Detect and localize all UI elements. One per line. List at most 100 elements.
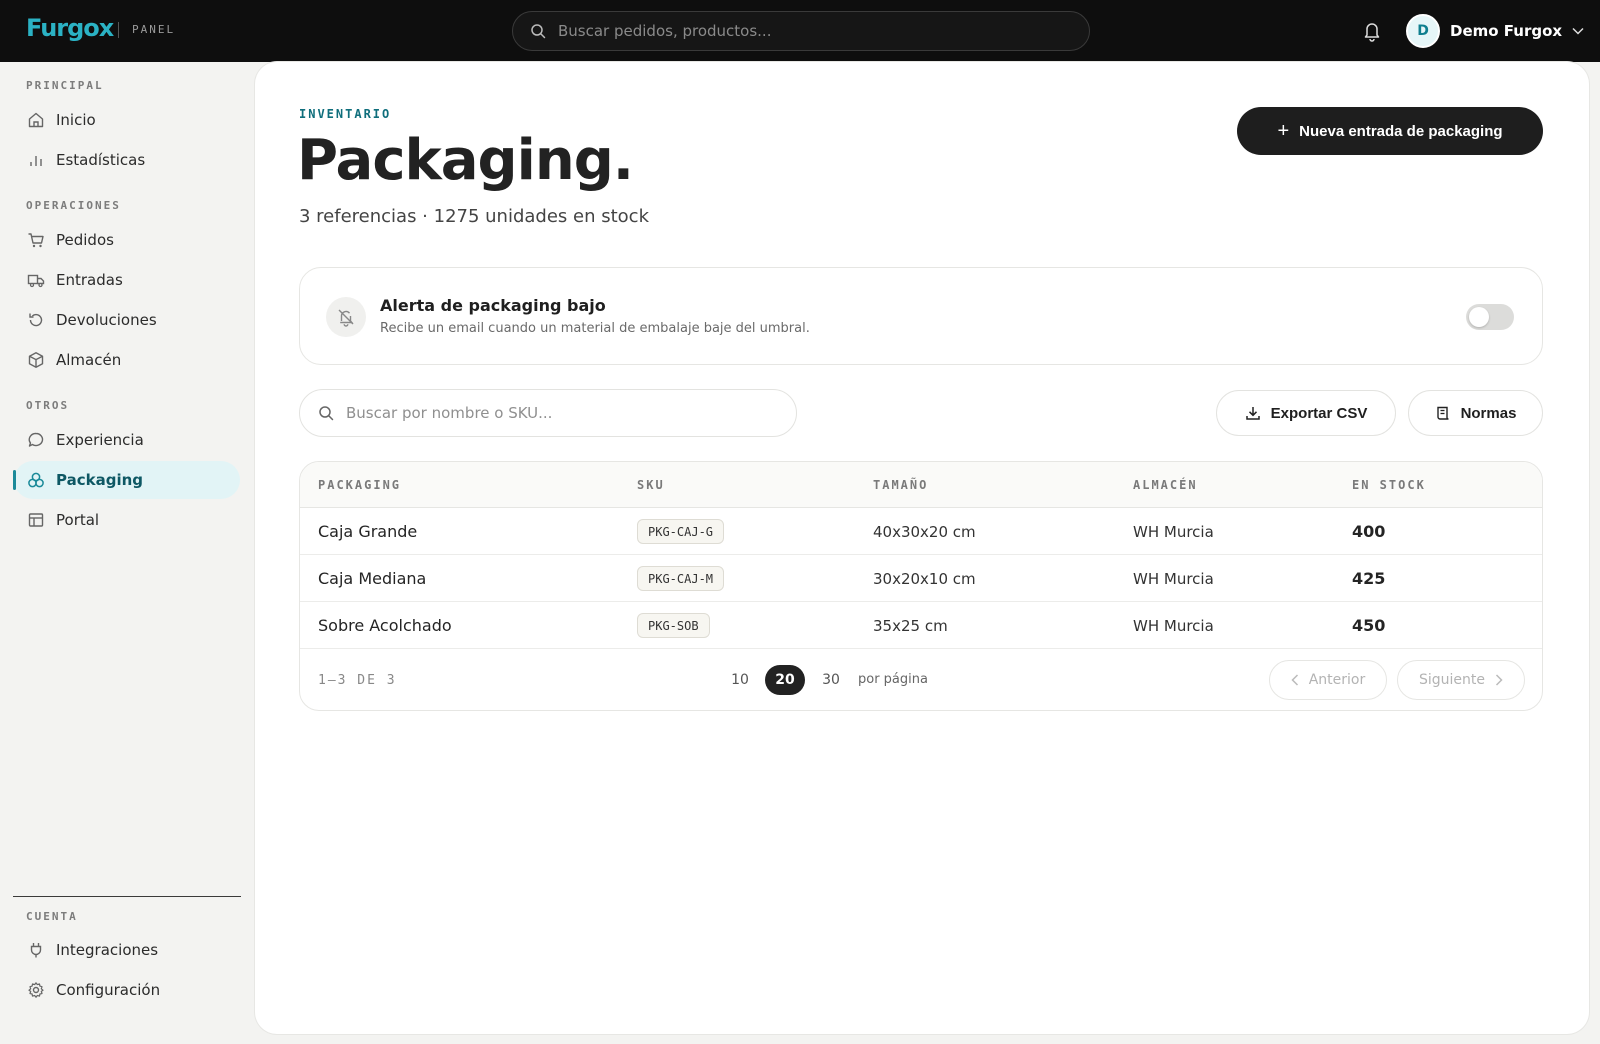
truck-icon: [27, 271, 45, 289]
column-header-warehouse[interactable]: ALMACÉN: [1133, 478, 1198, 492]
global-search[interactable]: [512, 11, 1090, 51]
sidebar-item-label: Integraciones: [56, 941, 159, 959]
column-header-stock[interactable]: EN STOCK: [1352, 478, 1426, 492]
section-title-operaciones: OPERACIONES: [26, 199, 121, 212]
per-page-label: por página: [858, 672, 928, 687]
download-icon: [1245, 407, 1260, 420]
sidebar: PRINCIPAL Inicio Estadísticas OPERACIONE…: [0, 62, 254, 1044]
next-page-label: Siguiente: [1418, 672, 1485, 688]
table-header: PACKAGING SKU TAMAÑO ALMACÉN EN STOCK: [300, 462, 1542, 508]
box-icon: [27, 351, 45, 369]
user-menu[interactable]: D Demo Furgox: [1406, 13, 1584, 49]
rules-button[interactable]: Normas: [1408, 390, 1543, 436]
previous-page-label: Anterior: [1308, 672, 1366, 688]
new-packaging-entry-button[interactable]: + Nueva entrada de packaging: [1237, 107, 1543, 155]
sidebar-item-label: Devoluciones: [56, 311, 157, 329]
sidebar-item-label: Experiencia: [56, 431, 144, 449]
bell-off-icon: [326, 297, 366, 337]
page-title: Packaging.: [297, 128, 634, 193]
page-size-option-selected[interactable]: 20: [765, 665, 805, 695]
section-title-principal: PRINCIPAL: [26, 79, 104, 92]
sidebar-item-label: Portal: [56, 511, 100, 529]
alert-title: Alerta de packaging bajo: [380, 296, 606, 315]
table-row[interactable]: Caja Grande PKG-CAJ-G 40x30x20 cm WH Mur…: [300, 508, 1542, 555]
sidebar-item-inicio[interactable]: Inicio: [14, 101, 240, 139]
section-title-otros: OTROS: [26, 399, 70, 412]
export-csv-button[interactable]: Exportar CSV: [1216, 390, 1396, 436]
low-packaging-alert-card: Alerta de packaging bajo Recibe un email…: [299, 267, 1543, 365]
plus-icon: +: [1277, 119, 1290, 142]
brand-logo[interactable]: Furgox: [26, 14, 114, 42]
column-header-sku[interactable]: SKU: [637, 478, 665, 492]
cell-size: 35x25 cm: [873, 617, 948, 635]
sidebar-item-pedidos[interactable]: Pedidos: [14, 221, 240, 259]
sidebar-item-label: Inicio: [56, 111, 96, 129]
avatar: D: [1406, 14, 1440, 48]
cell-size: 40x30x20 cm: [873, 523, 976, 541]
sku-badge: PKG-SOB: [637, 613, 710, 638]
chevron-left-icon: [1291, 674, 1298, 686]
sidebar-item-entradas[interactable]: Entradas: [14, 261, 240, 299]
chat-bubble-icon: [27, 431, 45, 449]
table-search-input[interactable]: [346, 404, 766, 422]
alert-toggle[interactable]: [1466, 304, 1514, 330]
column-header-packaging[interactable]: PACKAGING: [318, 478, 401, 492]
cell-warehouse: WH Murcia: [1133, 617, 1214, 635]
page-subtitle: 3 referencias · 1275 unidades en stock: [299, 206, 649, 227]
brand-divider: [118, 22, 119, 38]
global-search-input[interactable]: [558, 22, 1058, 40]
sidebar-item-integraciones[interactable]: Integraciones: [14, 931, 240, 969]
chevron-right-icon: [1495, 674, 1503, 686]
next-page-button[interactable]: Siguiente: [1397, 660, 1525, 700]
sidebar-item-label: Pedidos: [56, 231, 114, 249]
sidebar-item-label: Configuración: [56, 981, 161, 999]
section-title-cuenta: CUENTA: [26, 910, 78, 923]
sidebar-item-estadisticas[interactable]: Estadísticas: [14, 141, 240, 179]
sku-badge: PKG-CAJ-M: [637, 566, 725, 591]
previous-page-button[interactable]: Anterior: [1269, 660, 1387, 700]
table-footer: 1–3 DE 3 10 20 30 por página Anterior Si…: [300, 649, 1542, 710]
sidebar-item-almacen[interactable]: Almacén: [14, 341, 240, 379]
table-row[interactable]: Caja Mediana PKG-CAJ-M 30x20x10 cm WH Mu…: [300, 555, 1542, 602]
cell-stock: 450: [1352, 616, 1386, 635]
cell-stock: 400: [1352, 522, 1386, 541]
sidebar-item-portal[interactable]: Portal: [14, 501, 240, 539]
user-name: Demo Furgox: [1450, 22, 1563, 40]
scroll-icon: [1436, 406, 1449, 420]
notifications-button[interactable]: [1362, 20, 1382, 42]
chevron-down-icon: [1572, 27, 1584, 35]
pagination-range: 1–3 DE 3: [318, 673, 397, 688]
sidebar-item-label: Estadísticas: [56, 151, 146, 169]
home-icon: [27, 111, 45, 129]
new-packaging-entry-label: Nueva entrada de packaging: [1299, 122, 1503, 140]
page-eyebrow: INVENTARIO: [299, 107, 392, 121]
cell-warehouse: WH Murcia: [1133, 570, 1214, 588]
cell-size: 30x20x10 cm: [873, 570, 976, 588]
column-header-size[interactable]: TAMAÑO: [873, 478, 928, 492]
table-search[interactable]: [299, 389, 797, 437]
table-row[interactable]: Sobre Acolchado PKG-SOB 35x25 cm WH Murc…: [300, 602, 1542, 649]
layout-icon: [27, 511, 45, 529]
sidebar-item-packaging[interactable]: Packaging: [13, 461, 240, 499]
alert-description: Recibe un email cuando un material de em…: [380, 321, 810, 336]
sidebar-item-devoluciones[interactable]: Devoluciones: [14, 301, 240, 339]
bell-icon: [1364, 23, 1380, 42]
cell-warehouse: WH Murcia: [1133, 523, 1214, 541]
plug-icon: [27, 941, 45, 959]
search-icon: [319, 406, 334, 421]
top-bar: Furgox PANEL D Demo Furgox: [0, 0, 1600, 62]
page-size-option[interactable]: 10: [720, 665, 760, 695]
sidebar-item-configuracion[interactable]: Configuración: [14, 971, 240, 1009]
toggle-knob: [1469, 307, 1489, 327]
bar-chart-icon: [27, 151, 45, 169]
sidebar-item-experiencia[interactable]: Experiencia: [14, 421, 240, 459]
sku-badge: PKG-CAJ-G: [637, 519, 725, 544]
sidebar-item-label: Entradas: [56, 271, 123, 289]
sidebar-item-label: Almacén: [56, 351, 122, 369]
sidebar-divider: [13, 896, 241, 897]
packaging-icon: [27, 471, 45, 489]
page-size-option[interactable]: 30: [811, 665, 851, 695]
cell-stock: 425: [1352, 569, 1386, 588]
panel-label: PANEL: [132, 23, 176, 36]
rules-label: Normas: [1460, 404, 1517, 422]
